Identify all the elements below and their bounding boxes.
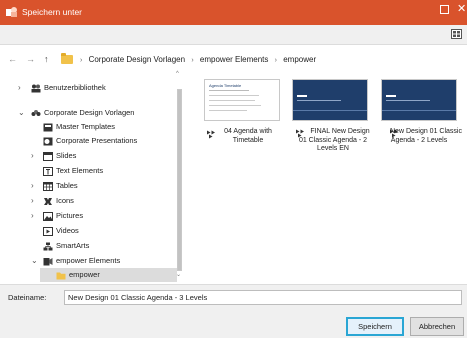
- chevron-down-icon[interactable]: ⌄: [18, 106, 25, 120]
- tree-item-videos[interactable]: Videos: [16, 224, 166, 238]
- file-name: FINAL New Design 01 Classic Agenda - 2 L…: [298, 128, 370, 152]
- file-name: New Design 01 Classic Agenda - 2 Levels: [390, 128, 462, 144]
- breadcrumb-separator-icon: ›: [80, 57, 83, 64]
- tree-item-label: Tables: [56, 181, 78, 190]
- chevron-right-icon[interactable]: ›: [31, 149, 34, 163]
- empower-slide-icon: [207, 130, 215, 139]
- view-options-icon[interactable]: [451, 29, 462, 39]
- tree-item-label: empower Elements: [56, 256, 121, 265]
- breadcrumb-separator-icon: ›: [191, 57, 194, 64]
- smartart-icon: [43, 242, 53, 251]
- tree-item-slides[interactable]: › Slides: [16, 149, 166, 163]
- tree-item-corporate-design-vorlagen[interactable]: ⌄ Corporate Design Vorlagen: [16, 106, 166, 120]
- up-arrow-icon[interactable]: ↑: [44, 54, 49, 64]
- chevron-right-icon[interactable]: ›: [31, 179, 34, 193]
- scroll-down-icon[interactable]: ⌄: [176, 271, 181, 278]
- tree-item-label: Corporate Presentations: [56, 136, 138, 145]
- app-icon: [6, 7, 17, 17]
- filename-label: Dateiname:: [8, 293, 47, 302]
- breadcrumb-item[interactable]: empower: [283, 55, 316, 64]
- file-thumbnail: [381, 79, 457, 121]
- tree-item-label: Icons: [56, 196, 74, 205]
- text-elements-icon: [43, 167, 53, 176]
- tree-item-label: Videos: [56, 226, 79, 235]
- slides-icon: [43, 152, 53, 161]
- save-button[interactable]: Speichern: [346, 317, 404, 336]
- library-icon: [31, 84, 41, 93]
- video-icon: [43, 227, 53, 236]
- tree-item-empower[interactable]: empower: [40, 268, 177, 282]
- breadcrumb-separator-icon: ›: [274, 57, 277, 64]
- tree-item-label: Text Elements: [56, 166, 104, 175]
- chevron-right-icon[interactable]: ›: [31, 209, 34, 223]
- table-icon: [43, 182, 53, 191]
- picture-icon: [43, 212, 53, 221]
- thumbnail-title: Agenda Timetable: [209, 83, 242, 88]
- tree-scrollbar[interactable]: ^ ⌄: [176, 71, 183, 279]
- file-name: 04 Agenda with Timetable: [224, 128, 272, 144]
- save-panel: Dateiname: Speichern Abbrechen: [0, 284, 467, 338]
- tree-item-benutzerbibliothek[interactable]: › Benutzerbibliothek: [16, 81, 166, 95]
- file-item[interactable]: New Design 01 Classic Agenda - 2 Levels: [377, 79, 467, 169]
- tree-item-empower-elements[interactable]: ⌄ empower Elements: [16, 254, 166, 268]
- filename-input[interactable]: [64, 290, 462, 305]
- tree-item-tables[interactable]: › Tables: [16, 179, 166, 193]
- icons-icon: [44, 198, 52, 205]
- tree-item-pictures[interactable]: › Pictures: [16, 209, 166, 223]
- chevron-right-icon[interactable]: ›: [31, 194, 34, 208]
- tree-item-label: Corporate Design Vorlagen: [44, 108, 135, 117]
- tree-item-icons[interactable]: › Icons: [16, 194, 166, 208]
- master-templates-icon: [43, 123, 53, 132]
- presentation-icon: [43, 137, 53, 146]
- tree-item-corporate-presentations[interactable]: Corporate Presentations: [16, 134, 166, 148]
- tree-item-label: Benutzerbibliothek: [44, 83, 106, 92]
- window-title: Speichern unter: [22, 7, 83, 17]
- file-thumbnail: Agenda Timetable: [204, 79, 280, 121]
- breadcrumb-item[interactable]: Corporate Design Vorlagen: [89, 55, 186, 64]
- tree-item-master-templates[interactable]: Master Templates: [16, 120, 166, 134]
- breadcrumb: › Corporate Design Vorlagen › empower El…: [76, 55, 316, 64]
- folder-icon: [61, 53, 73, 64]
- corporate-library-icon: [31, 110, 41, 116]
- maximize-button[interactable]: [440, 5, 449, 14]
- empower-elements-icon: [43, 258, 53, 266]
- address-bar: ← → ↑ › Corporate Design Vorlagen › empo…: [0, 45, 467, 75]
- close-button[interactable]: ✕: [457, 4, 466, 15]
- tree-item-label: Slides: [56, 151, 77, 160]
- back-arrow-icon[interactable]: ←: [8, 54, 17, 64]
- title-bar: Speichern unter ✕: [0, 0, 467, 25]
- tree-item-label: SmartArts: [56, 241, 90, 250]
- folder-icon: [56, 272, 66, 280]
- tree-item-label: Master Templates: [56, 122, 116, 131]
- tree-scrollbar-thumb[interactable]: [177, 89, 182, 271]
- file-item[interactable]: FINAL New Design 01 Classic Agenda - 2 L…: [287, 79, 377, 169]
- tree-item-label: empower: [69, 270, 100, 279]
- scroll-up-icon[interactable]: ^: [176, 71, 179, 77]
- file-item[interactable]: Agenda Timetable 04 Agenda with Timetabl…: [198, 79, 288, 169]
- chevron-down-icon[interactable]: ⌄: [31, 254, 38, 268]
- chevron-right-icon[interactable]: ›: [18, 81, 21, 95]
- tree-item-smartarts[interactable]: SmartArts: [16, 239, 166, 253]
- tree-item-text-elements[interactable]: Text Elements: [16, 164, 166, 178]
- file-thumbnail: [292, 79, 368, 121]
- breadcrumb-item[interactable]: empower Elements: [200, 55, 268, 64]
- tree-item-label: Pictures: [56, 211, 84, 220]
- forward-arrow-icon[interactable]: →: [26, 54, 35, 64]
- navigation-tree: › Benutzerbibliothek ⌄ Corporate Design …: [16, 75, 184, 283]
- cancel-button[interactable]: Abbrechen: [410, 317, 464, 336]
- toolbar: [0, 25, 467, 45]
